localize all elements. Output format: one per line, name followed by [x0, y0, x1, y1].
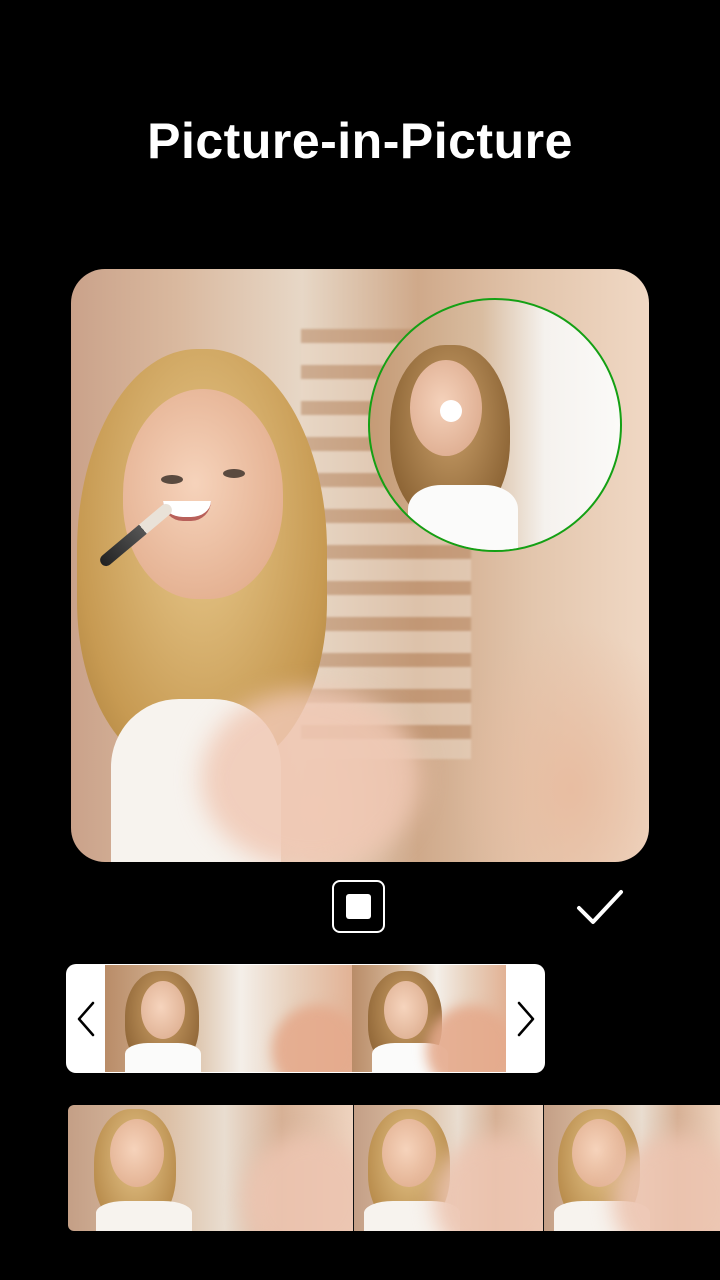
page-title: Picture-in-Picture [147, 113, 573, 169]
frame-subject-face [384, 981, 428, 1039]
frame-foreground-blur [243, 1135, 353, 1231]
clip-next-button[interactable] [506, 964, 545, 1073]
clip-frame [352, 965, 506, 1072]
clip-prev-button[interactable] [66, 964, 105, 1073]
eye [161, 475, 183, 484]
timeline-frame [544, 1105, 720, 1231]
shape-toggle-button[interactable] [332, 880, 385, 933]
frame-subject-face [141, 981, 185, 1039]
pip-clip-strip[interactable] [66, 964, 545, 1073]
timeline-frame [354, 1105, 544, 1231]
frame-subject-face [110, 1119, 164, 1187]
square-shape-icon [346, 894, 371, 919]
frame-foreground-blur [433, 1135, 543, 1231]
clip-frame [105, 965, 352, 1072]
pip-overlay[interactable] [368, 298, 622, 552]
foreground-blur [201, 689, 421, 862]
frame-foreground-blur [272, 1005, 352, 1072]
video-preview[interactable] [71, 269, 649, 862]
checkmark-icon [577, 890, 623, 924]
clip-frames [105, 965, 506, 1072]
frame-subject-top [125, 1043, 201, 1072]
chevron-right-icon [517, 1001, 534, 1036]
timeline-frame [68, 1105, 354, 1231]
confirm-button[interactable] [573, 884, 627, 932]
eye [223, 469, 245, 478]
cotton-pad [440, 400, 462, 422]
pip-subject-top [408, 485, 518, 550]
chevron-left-icon [77, 1001, 94, 1036]
subject-face [123, 389, 283, 599]
frame-subject-top [96, 1201, 192, 1231]
main-video-timeline[interactable] [68, 1105, 720, 1231]
frame-subject-face [382, 1119, 436, 1187]
